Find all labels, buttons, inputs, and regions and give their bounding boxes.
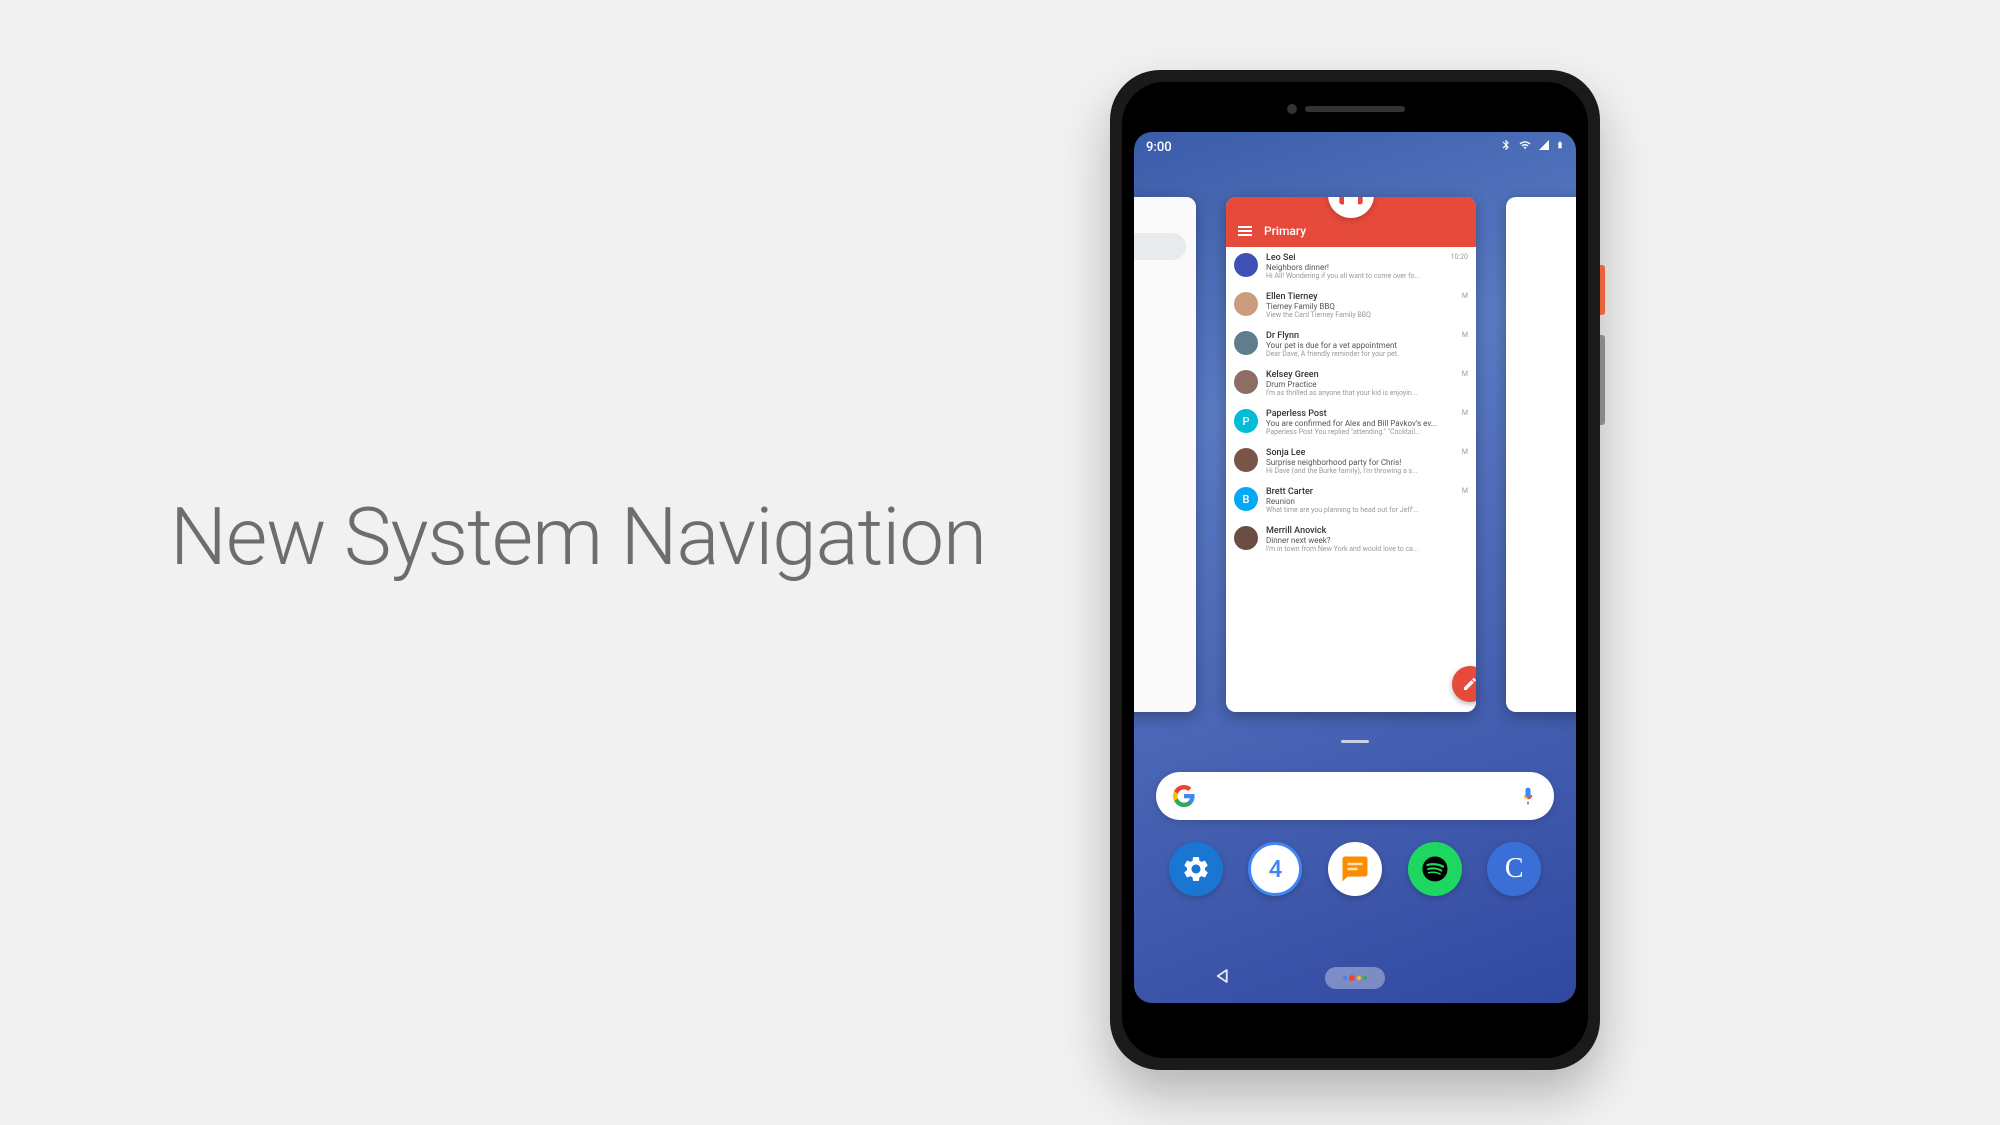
- settings-item[interactable]: Security & locationPlay Protect, screen …: [1134, 512, 1196, 546]
- screen: 9:00 Search settings Network & Inte: [1134, 132, 1576, 1003]
- status-time: 9:00: [1146, 140, 1172, 155]
- settings-item[interactable]: Battery100% - 1 h 30 min left until full…: [1134, 376, 1196, 410]
- dock-app-c-icon[interactable]: C: [1487, 842, 1541, 896]
- front-camera: [1287, 104, 1297, 114]
- email-item[interactable]: Merrill AnovickDinner next week?I'm in t…: [1226, 520, 1476, 559]
- recent-apps-carousel[interactable]: Search settings Network & InternetWi-Fi,…: [1134, 167, 1576, 712]
- avatar: [1234, 526, 1258, 550]
- slide-title: New System Navigation: [170, 490, 986, 584]
- avatar: [1234, 253, 1258, 277]
- avatar: [1234, 331, 1258, 355]
- app-dock: 4 C: [1134, 842, 1576, 896]
- settings-search-bar[interactable]: Search settings: [1134, 233, 1186, 260]
- email-list[interactable]: Leo Sei10:20Neighbors dinner!Hi All! Won…: [1226, 247, 1476, 712]
- avatar: P: [1234, 409, 1258, 433]
- recent-app-settings[interactable]: Search settings Network & InternetWi-Fi,…: [1134, 197, 1196, 712]
- speaker-grille: [1305, 106, 1405, 112]
- hamburger-menu-icon[interactable]: [1238, 226, 1252, 236]
- drag-indicator-icon: [1341, 740, 1369, 743]
- avatar: [1234, 292, 1258, 316]
- avatar: [1234, 370, 1258, 394]
- gmail-category-label: Primary: [1264, 224, 1306, 238]
- avatar: B: [1234, 487, 1258, 511]
- google-logo-icon: [1172, 784, 1196, 808]
- email-item[interactable]: BBrett CarterMReunionWhat time are you p…: [1226, 481, 1476, 520]
- back-button[interactable]: [1214, 967, 1232, 989]
- mic-icon[interactable]: [1518, 786, 1538, 806]
- compose-button[interactable]: [1452, 666, 1476, 702]
- settings-item[interactable]: DisplayWallpaper, sleep, font size: [1134, 410, 1196, 444]
- dock-calendar-icon[interactable]: 4: [1248, 842, 1302, 896]
- email-item[interactable]: PPaperless PostMYou are confirmed for Al…: [1226, 403, 1476, 442]
- bluetooth-icon: [1500, 139, 1512, 155]
- google-search-bar[interactable]: [1156, 772, 1554, 820]
- home-pill-button[interactable]: [1325, 967, 1385, 989]
- recent-app-next[interactable]: [1506, 197, 1576, 712]
- settings-item[interactable]: Storage52% used - 30.60 GB free: [1134, 478, 1196, 512]
- settings-item[interactable]: SoundVolume, vibration, Do Not Disturb: [1134, 444, 1196, 478]
- signal-icon: [1538, 139, 1550, 155]
- email-item[interactable]: Ellen TierneyMTierney Family BBQView the…: [1226, 286, 1476, 325]
- email-item[interactable]: Kelsey GreenMDrum PracticeI'm as thrille…: [1226, 364, 1476, 403]
- settings-item[interactable]: Network & InternetWi-Fi, mobile, data us…: [1134, 274, 1196, 308]
- status-bar: 9:00: [1134, 132, 1576, 162]
- dock-settings-icon[interactable]: [1169, 842, 1223, 896]
- assistant-icon: [1343, 975, 1367, 981]
- wifi-icon: [1518, 139, 1532, 155]
- avatar: [1234, 448, 1258, 472]
- email-item[interactable]: Dr FlynnMYour pet is due for a vet appoi…: [1226, 325, 1476, 364]
- recent-app-gmail[interactable]: Primary Leo Sei10:20Neighbors dinner!Hi …: [1226, 197, 1476, 712]
- navigation-bar: [1134, 953, 1576, 1003]
- dock-spotify-icon[interactable]: [1408, 842, 1462, 896]
- dock-messages-icon[interactable]: [1328, 842, 1382, 896]
- phone-frame: 9:00 Search settings Network & Inte: [1110, 70, 1600, 1070]
- email-item[interactable]: Leo Sei10:20Neighbors dinner!Hi All! Won…: [1226, 247, 1476, 286]
- email-item[interactable]: Sonja LeeMSurprise neighborhood party fo…: [1226, 442, 1476, 481]
- settings-item[interactable]: Connected devicesBluetooth, Cast, NFC: [1134, 308, 1196, 342]
- battery-icon: [1556, 138, 1564, 156]
- settings-item[interactable]: Apps & notificationsPermissions, default…: [1134, 342, 1196, 376]
- power-button[interactable]: [1600, 265, 1605, 315]
- volume-button[interactable]: [1600, 335, 1605, 425]
